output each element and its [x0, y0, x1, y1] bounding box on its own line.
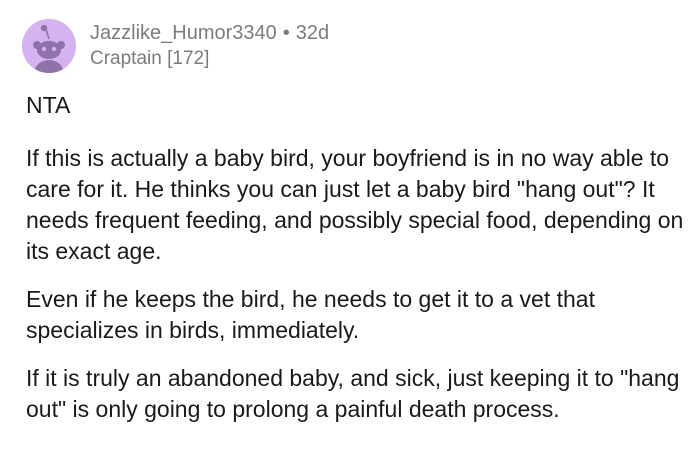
snoo-avatar-icon: [22, 19, 76, 73]
avatar[interactable]: [22, 19, 76, 73]
author-line: Jazzlike_Humor3340 • 32d: [90, 21, 329, 45]
comment-paragraph-verdict: NTA: [26, 92, 71, 118]
comment-age: 32d: [295, 22, 330, 44]
author-username[interactable]: Jazzlike_Humor3340: [90, 21, 277, 45]
comment-card: Jazzlike_Humor3340 • 32d Craptain [172] …: [0, 0, 700, 476]
comment-paragraph: Even if he keeps the bird, he needs to g…: [26, 286, 595, 343]
comment-meta: Jazzlike_Humor3340 • 32d Craptain [172]: [90, 21, 329, 71]
user-flair: Craptain [172]: [90, 48, 210, 69]
comment-paragraph: If it is truly an abandoned baby, and si…: [26, 365, 680, 422]
comment-paragraph: If this is actually a baby bird, your bo…: [26, 145, 684, 264]
comment-body: NTA If this is actually a baby bird, you…: [26, 90, 686, 425]
comment-header: Jazzlike_Humor3340 • 32d Craptain [172]: [22, 18, 329, 74]
separator-dot: •: [282, 22, 290, 44]
